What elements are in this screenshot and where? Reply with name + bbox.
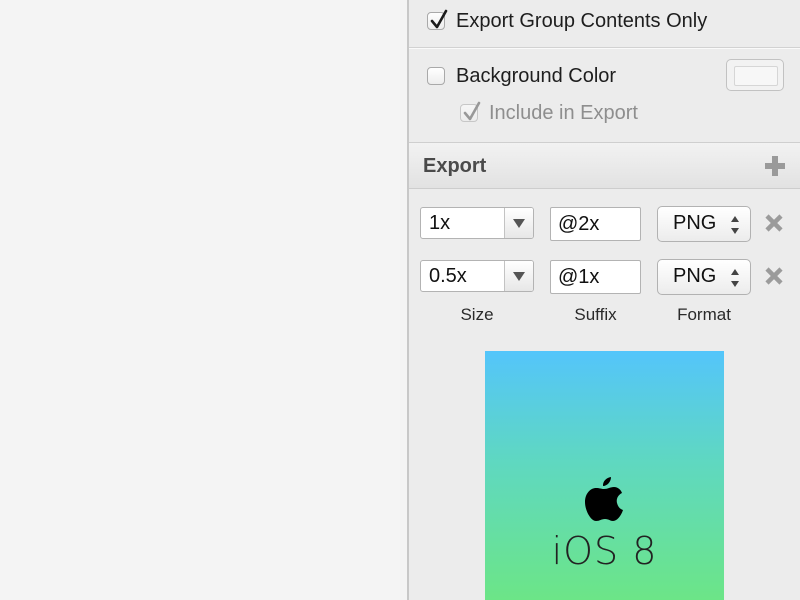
up-down-arrows-icon [731,216,739,234]
size-column-label: Size [460,305,494,324]
format-popup[interactable]: PNG [657,206,751,242]
format-column-label: Format [677,305,731,324]
format-value: PNG [673,212,717,234]
swatch-color [734,66,778,86]
suffix-value: @2x [558,213,600,235]
checkmark-icon [463,101,481,121]
close-x-icon[interactable] [764,266,784,286]
format-value: PNG [673,265,717,287]
background-color-label: Background Color [456,65,617,87]
suffix-column-label: Suffix [574,305,617,324]
preview-text: iOS 8 [551,529,658,573]
include-in-export-label: Include in Export [489,102,638,124]
size-dropdown-button[interactable] [504,261,533,291]
export-preview: iOS 8 [485,351,724,600]
suffix-value: @1x [558,266,600,288]
apple-logo-icon [585,477,623,521]
suffix-input[interactable]: @1x [550,260,641,294]
close-x-icon[interactable] [764,213,784,233]
chevron-down-icon [513,219,525,228]
size-combobox[interactable]: 0.5x [420,260,534,292]
export-group-contents-only-label: Export Group Contents Only [456,10,708,32]
background-color-checkbox[interactable] [427,67,445,85]
checkmark-icon [430,9,448,29]
up-down-arrows-icon [731,269,739,287]
design-canvas[interactable] [0,0,407,600]
size-dropdown-button[interactable] [504,208,533,238]
suffix-input[interactable]: @2x [550,207,641,241]
inspector-panel: Export Group Contents Only Background Co… [407,0,800,600]
format-popup[interactable]: PNG [657,259,751,295]
size-combobox[interactable]: 1x [420,207,534,239]
size-value: 0.5x [429,265,467,287]
include-in-export-checkbox [460,101,481,122]
chevron-down-icon [513,272,525,281]
divider [409,47,800,49]
background-color-swatch[interactable] [726,59,784,91]
size-value: 1x [429,212,451,234]
export-group-contents-only-checkbox[interactable] [427,9,448,30]
export-title: Export [423,155,487,177]
export-section-header: Export [409,142,800,189]
plus-icon[interactable] [764,155,786,177]
